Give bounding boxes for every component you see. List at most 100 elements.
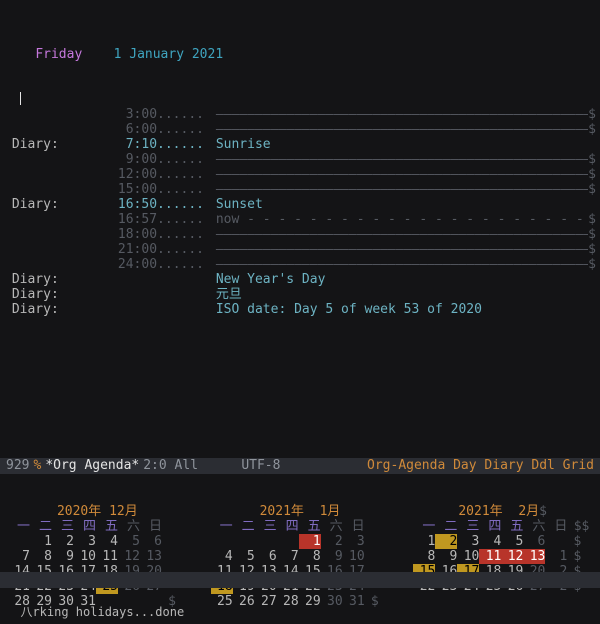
calendar-day[interactable]: 6 [140, 534, 162, 549]
modeline-agenda[interactable]: 929 % *Org Agenda* 2:0 All UTF-8 Org-Age… [0, 458, 600, 474]
calendar-dow: 二 [233, 519, 255, 534]
calendar-week-row: 89101112131$ [413, 549, 592, 564]
agenda-text: ISO date: Day 5 of week 53 of 2020 [208, 302, 596, 317]
agenda-weekday: Friday [35, 47, 82, 62]
calendar-day[interactable]: 3 [457, 534, 479, 549]
calendar-day[interactable]: 6 [523, 534, 545, 549]
calendar-day[interactable]: 1 [30, 534, 52, 549]
agenda-time: 16:50...... [94, 197, 208, 212]
agenda-text: now - - - - - - - - - - - - - - - - - - … [208, 212, 588, 227]
calendar-day[interactable]: 9 [435, 549, 457, 564]
agenda-text: New Year's Day [208, 272, 596, 287]
agenda-category: Diary: [4, 197, 94, 212]
modeline-calendar[interactable]: <Calendar New Year's Day 元旦 2021年01月01日 … [0, 572, 600, 588]
agenda-category [4, 227, 94, 242]
agenda-row[interactable]: 21:00...... ————————————————————————————… [4, 242, 596, 257]
agenda-time: 21:00...... [94, 242, 208, 257]
modeline-line-number: 929 [6, 458, 29, 474]
calendar-day[interactable]: 4 [96, 534, 118, 549]
calendar-dow: 一 [413, 519, 435, 534]
calendar-day[interactable]: 7 [277, 549, 299, 564]
calendar-day[interactable]: 10 [457, 549, 479, 564]
calendar-day[interactable]: 12 [501, 549, 523, 564]
calendar-day[interactable]: 5 [118, 534, 140, 549]
calendar-dow: 三 [52, 519, 74, 534]
calendar-day[interactable]: 1 [413, 534, 435, 549]
calendar-day[interactable]: 10 [74, 549, 96, 564]
calendar-day[interactable]: 9 [321, 549, 343, 564]
agenda-row[interactable]: 9:00...... —————————————————————————————… [4, 152, 596, 167]
eol-indicator: $ [588, 107, 596, 122]
agenda-category [4, 152, 94, 167]
calendar-day[interactable]: 3 [343, 534, 365, 549]
calendar-day[interactable]: 10 [343, 549, 365, 564]
modeline-modes: Org-Agenda Day Diary Ddl Grid [367, 458, 594, 474]
calendar-dow: 五 [501, 519, 523, 534]
calendar-dow: 六 [118, 519, 140, 534]
agenda-row[interactable]: Diary:16:50...... Sunset [4, 197, 596, 212]
agenda-time: 15:00...... [94, 182, 208, 197]
agenda-row[interactable]: 16:57...... now - - - - - - - - - - - - … [4, 212, 596, 227]
agenda-row[interactable]: 18:00...... ————————————————————————————… [4, 227, 596, 242]
calendar-dow: 日 [545, 519, 567, 534]
calendar-day[interactable]: 5 [233, 549, 255, 564]
calendar-day[interactable]: 11 [479, 549, 501, 564]
eol-indicator: $ [567, 534, 581, 549]
agenda-row[interactable]: 15:00...... ————————————————————————————… [4, 182, 596, 197]
agenda-time: 18:00...... [94, 227, 208, 242]
calendar-day[interactable]: 5 [501, 534, 523, 549]
calendar-day[interactable]: 2 [321, 534, 343, 549]
calendar-day[interactable]: 12 [118, 549, 140, 564]
agenda-row[interactable]: Diary:7:10...... Sunrise [4, 137, 596, 152]
agenda-category [4, 182, 94, 197]
calendar-day[interactable]: 3 [74, 534, 96, 549]
calendar-day[interactable]: 7 [8, 549, 30, 564]
agenda-time: 12:00...... [94, 167, 208, 182]
calendar-day [8, 534, 30, 549]
calendar-day[interactable]: 1 [545, 549, 567, 564]
calendar-day[interactable]: 11 [96, 549, 118, 564]
text-cursor [20, 92, 21, 105]
calendar-month-title: 2020年 12月 [8, 504, 187, 519]
agenda-row[interactable]: Diary: ISO date: Day 5 of week 53 of 202… [4, 302, 596, 317]
agenda-text: ————————————————————————————————————————… [208, 122, 588, 137]
calendar-week-row: 45678910 [211, 549, 390, 564]
calendar-day[interactable]: 2 [435, 534, 457, 549]
calendar-day[interactable]: 13 [140, 549, 162, 564]
calendar-dow: 一 [211, 519, 233, 534]
agenda-row[interactable]: 12:00...... ————————————————————————————… [4, 167, 596, 182]
calendar-dow: 六 [523, 519, 545, 534]
agenda-category [4, 107, 94, 122]
agenda-category [4, 167, 94, 182]
org-agenda-buffer[interactable]: Friday 1 January 2021 3:00...... ———————… [0, 0, 600, 332]
agenda-row[interactable]: Diary: New Year's Day [4, 272, 596, 287]
agenda-time: 9:00...... [94, 152, 208, 167]
calendar-day[interactable]: 8 [299, 549, 321, 564]
calendar-dow-row: 一二三四五六日 [211, 519, 390, 534]
agenda-row[interactable]: 6:00...... —————————————————————————————… [4, 122, 596, 137]
calendar-dow: 日 [343, 519, 365, 534]
eol-indicator: $ [567, 549, 581, 564]
calendar-dow: 二 [30, 519, 52, 534]
agenda-category: Diary: [4, 287, 94, 302]
calendar-day[interactable]: 8 [30, 549, 52, 564]
agenda-row[interactable]: 3:00...... —————————————————————————————… [4, 107, 596, 122]
calendar-day[interactable]: 9 [52, 549, 74, 564]
calendar-day[interactable]: 2 [52, 534, 74, 549]
calendar-dow-row: 一二三四五六日 [8, 519, 187, 534]
eol-indicator: $ [588, 242, 596, 257]
calendar-day[interactable]: 4 [479, 534, 501, 549]
calendar-day[interactable]: 8 [413, 549, 435, 564]
agenda-row[interactable]: Diary: 元旦 [4, 287, 596, 302]
calendar-day[interactable]: 6 [255, 549, 277, 564]
agenda-text: Sunrise [208, 137, 596, 152]
agenda-time [94, 272, 208, 287]
calendar-day[interactable]: 13 [523, 549, 545, 564]
calendar-day[interactable]: 1 [299, 534, 321, 549]
agenda-time: 6:00...... [94, 122, 208, 137]
agenda-text: ————————————————————————————————————————… [208, 227, 588, 242]
agenda-row[interactable]: 24:00...... ————————————————————————————… [4, 257, 596, 272]
agenda-time: 16:57...... [94, 212, 208, 227]
calendar-day[interactable]: 4 [211, 549, 233, 564]
agenda-text: ————————————————————————————————————————… [208, 167, 588, 182]
